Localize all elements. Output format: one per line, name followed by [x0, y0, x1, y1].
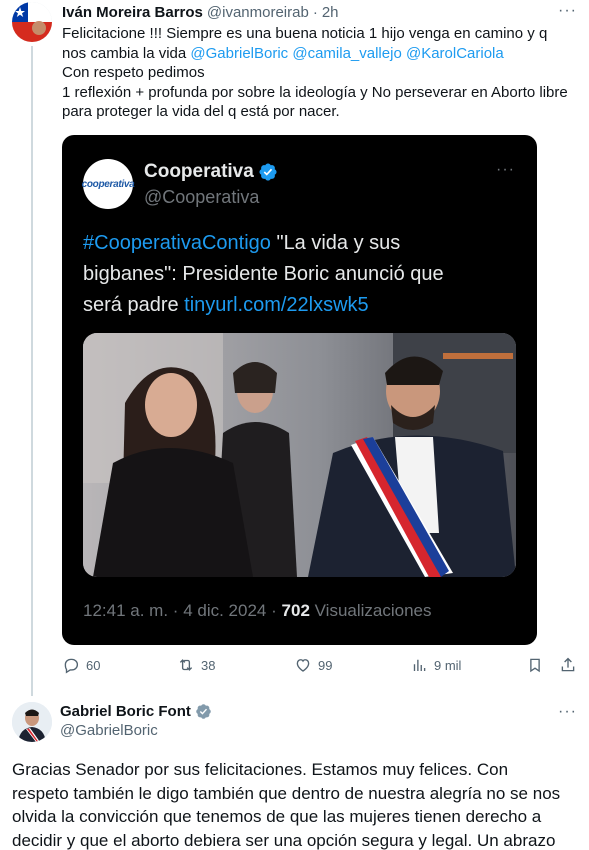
quote-line-1-text: "La vida y sus: [270, 232, 401, 254]
tweet2-author-name[interactable]: Gabriel Boric Font: [60, 703, 191, 720]
quote-photo[interactable]: [83, 333, 516, 577]
tweet2-line: decidir y que el aborto debiera ser una …: [12, 830, 556, 850]
tweet1-separator: ·: [312, 3, 318, 21]
verified-gray-badge-icon: [196, 704, 211, 719]
tweet1-author-handle[interactable]: @ivanmoreirab: [207, 4, 309, 21]
views-button[interactable]: 9 mil: [410, 656, 461, 674]
avatar-ivan-moreira[interactable]: [12, 2, 52, 42]
retweet-count: 38: [201, 657, 216, 673]
quote-meta-separator: ·: [172, 601, 179, 620]
reply-count: 60: [86, 657, 101, 673]
quote-more-icon[interactable]: ···: [496, 161, 515, 179]
photo-illustration: [83, 333, 516, 577]
tweet2-author-handle[interactable]: @GabrielBoric: [60, 722, 158, 739]
quote-link[interactable]: tinyurl.com/22lxswk5: [184, 294, 369, 316]
tweet1-time[interactable]: 2h: [322, 4, 339, 21]
tweet2-text: Gracias Senador por sus felicitaciones. …: [12, 758, 582, 850]
quote-author-name[interactable]: Cooperativa: [144, 161, 254, 183]
bookmark-icon: [530, 658, 540, 673]
retweet-icon: [179, 659, 193, 671]
views-chart-icon: [413, 659, 426, 671]
avatar-gabriel-boric[interactable]: [12, 702, 52, 742]
tweet1-line: 1 reflexión + profunda por sobre la ideo…: [62, 83, 568, 101]
heart-icon: [296, 659, 310, 672]
like-button[interactable]: 99: [294, 656, 332, 674]
reply-button[interactable]: 60: [62, 656, 100, 674]
views-count: 9 mil: [434, 657, 462, 673]
quote-views-count: 702: [281, 601, 310, 620]
mention-karolcariola[interactable]: @KarolCariola: [406, 45, 504, 62]
quote-line-3-text: será padre: [83, 294, 185, 316]
tweet2-line: respeto también le digo también que dent…: [12, 783, 561, 803]
quote-line-3: será padre tinyurl.com/22lxswk5: [83, 290, 523, 321]
quote-date[interactable]: 4 dic. 2024: [183, 601, 266, 620]
share-button[interactable]: [559, 656, 577, 674]
tweet1-text: Felicitacione !!! Siempre es una buena n…: [62, 24, 582, 122]
quote-meta: 12:41 a. m. · 4 dic. 2024 · 702 Visualiz…: [83, 601, 432, 621]
tweet1-author-name[interactable]: Iván Moreira Barros: [62, 4, 203, 21]
tweet2-author-name-row[interactable]: Gabriel Boric Font: [60, 703, 212, 720]
quote-author-handle[interactable]: @Cooperativa: [144, 187, 259, 208]
tweet1-action-bar: 60 38 99 9 mil: [62, 656, 580, 680]
quote-line-1: #CooperativaContigo "La vida y sus: [83, 228, 523, 259]
mention-gabrielboric[interactable]: @GabrielBoric: [190, 45, 288, 62]
mention-camila-vallejo[interactable]: @camila_vallejo: [292, 45, 401, 62]
reply-icon: [64, 658, 79, 674]
cooperativa-avatar[interactable]: cooperativa: [81, 159, 135, 209]
tweet1-line-mentions: nos cambia la vida @GabrielBoric @camila…: [62, 44, 582, 64]
thread-connector-line: [31, 46, 33, 696]
cooperativa-logo-text: cooperativa: [81, 178, 135, 190]
tweet1-line: Felicitacione !!! Siempre es una buena n…: [62, 25, 548, 42]
quote-time[interactable]: 12:41 a. m.: [83, 601, 168, 620]
tweet1-more-icon[interactable]: ···: [558, 2, 577, 20]
quote-meta-separator: ·: [271, 601, 277, 620]
tweet2-line: Gracias Senador por sus felicitaciones. …: [12, 760, 509, 779]
hashtag-cooperativacontigo[interactable]: #CooperativaContigo: [83, 232, 271, 254]
tweet2-line: olvida la convicción que tenemos de que …: [12, 807, 542, 826]
like-count: 99: [318, 657, 333, 673]
tweet2-more-icon[interactable]: ···: [558, 703, 577, 721]
verified-badge-icon: [259, 163, 277, 181]
chile-flag-avatar-icon: [12, 2, 52, 42]
quoted-tweet-card[interactable]: cooperativa Cooperativa @Cooperativa ···…: [62, 135, 537, 645]
retweet-button[interactable]: 38: [177, 656, 215, 674]
tweet1-header: Iván Moreira Barros @ivanmoreirab · 2h: [62, 2, 577, 22]
share-icon: [561, 657, 575, 672]
bookmark-button[interactable]: [526, 656, 544, 674]
tweet1-line-text: nos cambia la vida: [62, 44, 191, 62]
quote-views-label: Visualizaciones: [314, 601, 432, 620]
tweet1-line: Con respeto pedimos: [62, 64, 205, 81]
quote-text: #CooperativaContigo "La vida y sus bigba…: [83, 228, 523, 321]
boric-avatar-icon: [12, 702, 52, 742]
quote-author-name-row[interactable]: Cooperativa: [144, 161, 278, 183]
quote-line-2: bigbanes": Presidente Boric anunció que: [83, 263, 444, 285]
tweet1-line: para proteger la vida del q está por nac…: [62, 103, 340, 120]
